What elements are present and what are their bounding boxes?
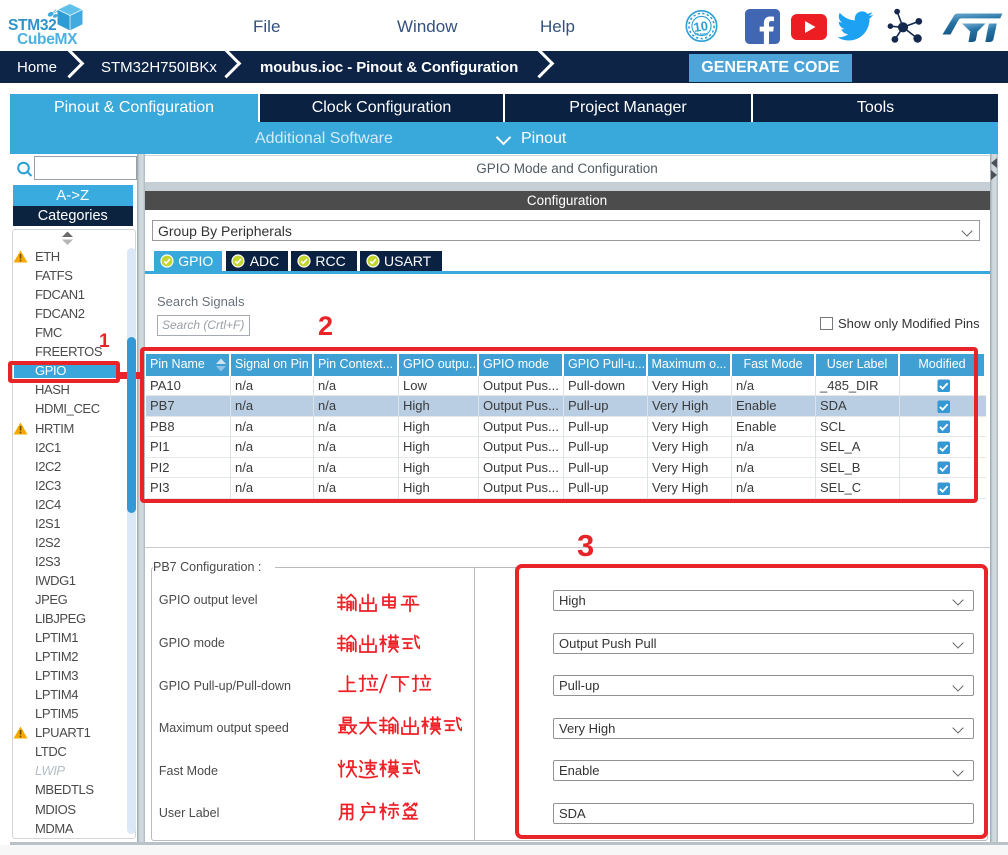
- svg-text:CubeMX: CubeMX: [17, 31, 78, 48]
- svg-text:YEARS: YEARS: [694, 32, 708, 37]
